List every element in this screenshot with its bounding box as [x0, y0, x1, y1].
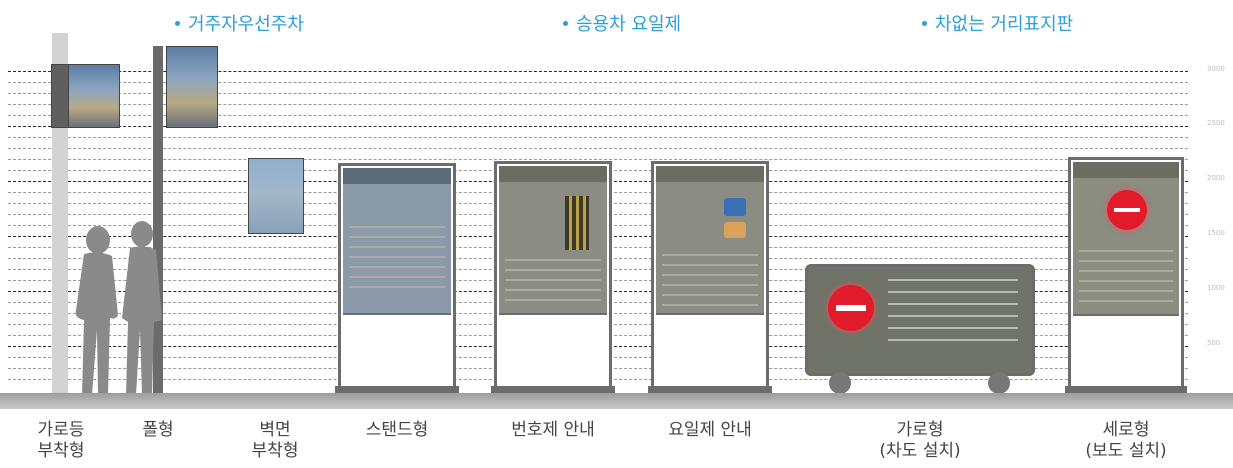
people-silhouette — [75, 221, 162, 395]
ground-strip — [0, 393, 1233, 409]
label-line: 가로형 — [896, 420, 944, 440]
sign-text-lines — [662, 254, 758, 306]
no-entry-icon — [1107, 190, 1147, 230]
scale-mark: 2500 — [1207, 119, 1225, 127]
category-resident-parking: 거주자우선주차 — [175, 10, 304, 36]
item-label-streetlight: 가로등 부착형 — [38, 420, 85, 462]
item-label-vertical: 세로형 (보도 설치) — [1085, 420, 1166, 462]
horizontal-car-free-sign — [805, 264, 1035, 376]
label-line: 번호제 안내 — [511, 420, 595, 440]
category-label: 차없는 거리표지판 — [935, 14, 1074, 35]
label-line: 벽면 — [259, 420, 291, 440]
license-plate-image — [565, 196, 589, 250]
wheel-icon — [988, 372, 1010, 394]
grid-line — [8, 159, 1188, 160]
parking-sign-image — [68, 64, 120, 128]
no-entry-icon — [828, 285, 874, 331]
scale-mark: 2000 — [1207, 174, 1225, 182]
scale-mark: 1500 — [1207, 229, 1225, 237]
label-line: 가로등 — [37, 420, 85, 440]
category-label: 승용차 요일제 — [576, 14, 682, 35]
label-line: (보도 설치) — [1085, 441, 1167, 461]
sign-text-lines — [349, 226, 445, 296]
weekday-sticker-icon — [724, 198, 746, 216]
item-label-pole: 폴형 — [142, 420, 173, 441]
label-line: 스탠드형 — [365, 420, 429, 440]
label-line: 부착형 — [251, 441, 299, 461]
item-label-weekday-guide: 요일제 안내 — [668, 420, 752, 441]
sign-header — [343, 168, 451, 184]
wheel-icon — [829, 372, 851, 394]
label-line: 요일제 안내 — [668, 420, 752, 440]
label-line: 세로형 — [1102, 420, 1150, 440]
bullet-icon — [922, 20, 927, 26]
grid-line — [8, 148, 1188, 149]
scale-mark: 1000 — [1207, 284, 1225, 292]
weekday-system-sign — [648, 161, 772, 394]
item-label-horizontal: 가로형 (차도 설치) — [879, 420, 960, 462]
sign-text-lines — [1079, 250, 1173, 306]
scale-mark: 3000 — [1207, 65, 1225, 73]
sign-header — [656, 166, 764, 182]
grid-line — [8, 137, 1188, 138]
item-label-wall: 벽면 부착형 — [252, 420, 299, 462]
category-car-free-street: 차없는 거리표지판 — [922, 10, 1073, 36]
vertical-car-free-sign — [1065, 157, 1187, 394]
item-label-stand: 스탠드형 — [366, 420, 429, 441]
scale-mark: 500 — [1207, 339, 1221, 347]
sign-bracket — [51, 64, 69, 128]
sign-text-lines — [505, 259, 601, 309]
label-line: 부착형 — [37, 441, 85, 461]
label-line: 폴형 — [142, 420, 174, 440]
bullet-icon — [175, 20, 180, 26]
item-label-number-guide: 번호제 안내 — [511, 420, 595, 441]
stand-sign — [335, 163, 459, 394]
number-system-sign — [491, 161, 615, 394]
sign-header — [1073, 162, 1179, 178]
wall-sign-image — [248, 158, 304, 234]
weekday-tag-icon — [724, 222, 746, 238]
label-line: (차도 설치) — [879, 441, 961, 461]
category-label: 거주자우선주차 — [188, 14, 304, 35]
parking-sign-image — [166, 46, 218, 128]
sign-header — [499, 166, 607, 182]
category-car-weekday: 승용차 요일제 — [563, 10, 681, 36]
bullet-icon — [563, 20, 568, 26]
sign-text-lines — [888, 279, 1018, 345]
